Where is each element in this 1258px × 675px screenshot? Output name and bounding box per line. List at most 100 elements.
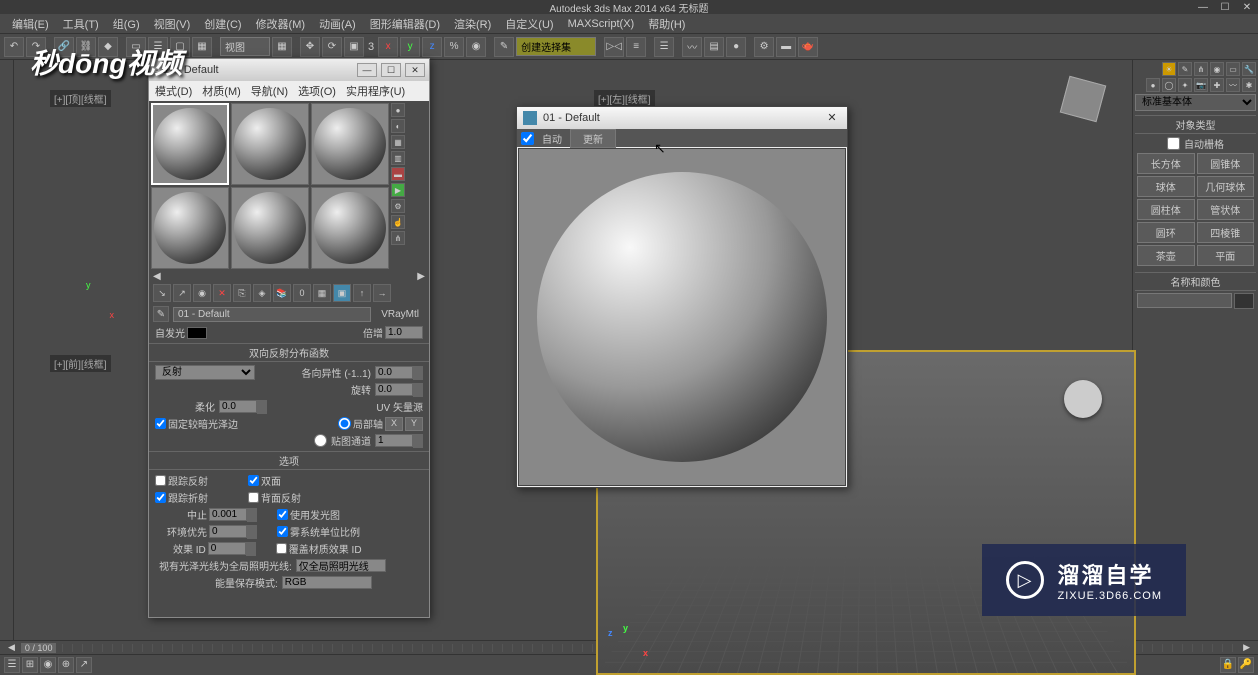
options-icon[interactable]: ⚙ — [391, 199, 405, 213]
render-frame-button[interactable]: ▬ — [776, 37, 796, 57]
status-btn-2[interactable]: ⊞ — [22, 657, 38, 673]
trace-refract-checkbox[interactable] — [155, 492, 166, 503]
energy-mode-input[interactable] — [282, 576, 372, 589]
menu-customize[interactable]: 自定义(U) — [505, 16, 553, 32]
sphere-button[interactable]: 球体 — [1137, 176, 1195, 197]
viewport-label-top[interactable]: [+][顶][线框] — [50, 90, 111, 107]
put-to-library-button[interactable]: 📚 — [273, 284, 291, 302]
tool1[interactable]: ▦ — [272, 37, 292, 57]
me-menu-utilities[interactable]: 实用程序(U) — [346, 83, 405, 99]
display-tab-icon[interactable]: ▭ — [1226, 62, 1240, 76]
menu-create[interactable]: 创建(C) — [204, 16, 241, 32]
timeline-prev-icon[interactable]: ◀ — [8, 642, 15, 653]
me-menu-options[interactable]: 选项(O) — [298, 83, 336, 99]
helpers-icon[interactable]: ✚ — [1210, 78, 1224, 92]
go-sibling-button[interactable]: → — [373, 284, 391, 302]
axis-y-button[interactable]: Y — [405, 417, 423, 431]
local-axis-radio[interactable] — [338, 417, 351, 430]
motion-tab-icon[interactable]: ◉ — [1210, 62, 1224, 76]
minimize-button[interactable]: — — [1192, 2, 1214, 13]
shapes-icon[interactable]: ◯ — [1162, 78, 1176, 92]
unlink-button[interactable]: ⛓ — [76, 37, 96, 57]
edit-selection-button[interactable]: ✎ — [494, 37, 514, 57]
brdf-type-dropdown[interactable]: 反射 — [155, 365, 255, 380]
scale-button[interactable]: ▣ — [344, 37, 364, 57]
utilities-tab-icon[interactable]: 🔧 — [1242, 62, 1256, 76]
align-button[interactable]: ≡ — [626, 37, 646, 57]
lights-icon[interactable]: ✦ — [1178, 78, 1192, 92]
plane-button[interactable]: 平面 — [1197, 245, 1255, 266]
snap-z[interactable]: z — [422, 37, 442, 57]
anisotropy-input[interactable] — [375, 366, 413, 379]
soften-input[interactable] — [219, 400, 257, 413]
select-region-button[interactable]: ▢ — [170, 37, 190, 57]
cylinder-button[interactable]: 圆柱体 — [1137, 199, 1195, 220]
snap-y[interactable]: y — [400, 37, 420, 57]
material-id-button[interactable]: 0 — [293, 284, 311, 302]
treat-glossy-input[interactable] — [296, 559, 386, 572]
backlight-icon[interactable]: ◐ — [391, 119, 405, 133]
show-map-button[interactable]: ▦ — [313, 284, 331, 302]
me-maximize-button[interactable]: ☐ — [381, 63, 401, 77]
axis-x-button[interactable]: X — [385, 417, 403, 431]
close-button[interactable]: ✕ — [1236, 2, 1258, 13]
menu-group[interactable]: 组(G) — [113, 16, 140, 32]
select-by-material-icon[interactable]: ☝ — [391, 215, 405, 229]
object-name-input[interactable] — [1137, 293, 1232, 308]
map-channel-radio[interactable] — [314, 434, 327, 447]
self-illum-mult[interactable] — [385, 326, 423, 339]
me-menu-mode[interactable]: 模式(D) — [155, 83, 192, 99]
brdf-section-header[interactable]: 双向反射分布函数 — [149, 343, 429, 362]
fix-dark-checkbox[interactable] — [155, 418, 166, 429]
hierarchy-tab-icon[interactable]: ⋔ — [1194, 62, 1208, 76]
menu-maxscript[interactable]: MAXScript(X) — [568, 18, 635, 30]
auto-grid-checkbox[interactable] — [1167, 137, 1180, 150]
put-to-scene-button[interactable]: ↗ — [173, 284, 191, 302]
material-sample-4[interactable] — [151, 187, 229, 269]
me-menu-material[interactable]: 材质(M) — [202, 83, 241, 99]
go-parent-button[interactable]: ↑ — [353, 284, 371, 302]
map-channel-input[interactable] — [375, 434, 413, 447]
get-material-button[interactable]: ↘ — [153, 284, 171, 302]
status-lock-icon[interactable]: 🔒 — [1220, 657, 1236, 673]
geometry-icon[interactable]: ● — [1146, 78, 1160, 92]
status-btn-1[interactable]: ☰ — [4, 657, 20, 673]
select-button[interactable]: ▭ — [126, 37, 146, 57]
override-effect-checkbox[interactable] — [276, 543, 287, 554]
geosphere-button[interactable]: 几何球体 — [1197, 176, 1255, 197]
cone-button[interactable]: 圆锥体 — [1197, 153, 1255, 174]
double-sided-checkbox[interactable] — [248, 475, 259, 486]
preview-titlebar[interactable]: 01 - Default ✕ — [517, 107, 847, 129]
redo-button[interactable]: ↷ — [26, 37, 46, 57]
sample-uv-icon[interactable]: ▥ — [391, 151, 405, 165]
create-tab-icon[interactable]: ☀ — [1162, 62, 1176, 76]
layers-button[interactable]: ☰ — [654, 37, 674, 57]
auto-checkbox[interactable] — [521, 132, 534, 145]
link-button[interactable]: 🔗 — [54, 37, 74, 57]
schematic-button[interactable]: ▤ — [704, 37, 724, 57]
timeline-frame[interactable]: 0 / 100 — [21, 643, 57, 653]
effect-id-input[interactable] — [208, 542, 246, 555]
torus-button[interactable]: 圆环 — [1137, 222, 1195, 243]
timeline-next-icon[interactable]: ▶ — [1243, 642, 1250, 653]
modify-tab-icon[interactable]: ✎ — [1178, 62, 1192, 76]
make-copy-button[interactable]: ⎘ — [233, 284, 251, 302]
rotation-input[interactable] — [375, 383, 413, 396]
object-type-dropdown[interactable]: 标准基本体 — [1135, 94, 1256, 111]
undo-button[interactable]: ↶ — [4, 37, 24, 57]
make-unique-button[interactable]: ◈ — [253, 284, 271, 302]
bind-button[interactable]: ◆ — [98, 37, 118, 57]
cameras-icon[interactable]: 📷 — [1194, 78, 1208, 92]
preview-close-button[interactable]: ✕ — [823, 111, 841, 125]
status-key-icon[interactable]: 🔑 — [1238, 657, 1254, 673]
me-close-button[interactable]: ✕ — [405, 63, 425, 77]
box-button[interactable]: 长方体 — [1137, 153, 1195, 174]
video-check-icon[interactable]: ▬ — [391, 167, 405, 181]
snap-percent[interactable]: % — [444, 37, 464, 57]
status-btn-3[interactable]: ◉ — [40, 657, 56, 673]
systems-icon[interactable]: ✱ — [1242, 78, 1256, 92]
pick-material-button[interactable]: ✎ — [153, 306, 169, 322]
menu-help[interactable]: 帮助(H) — [648, 16, 685, 32]
tube-button[interactable]: 管状体 — [1197, 199, 1255, 220]
backface-reflect-checkbox[interactable] — [248, 492, 259, 503]
